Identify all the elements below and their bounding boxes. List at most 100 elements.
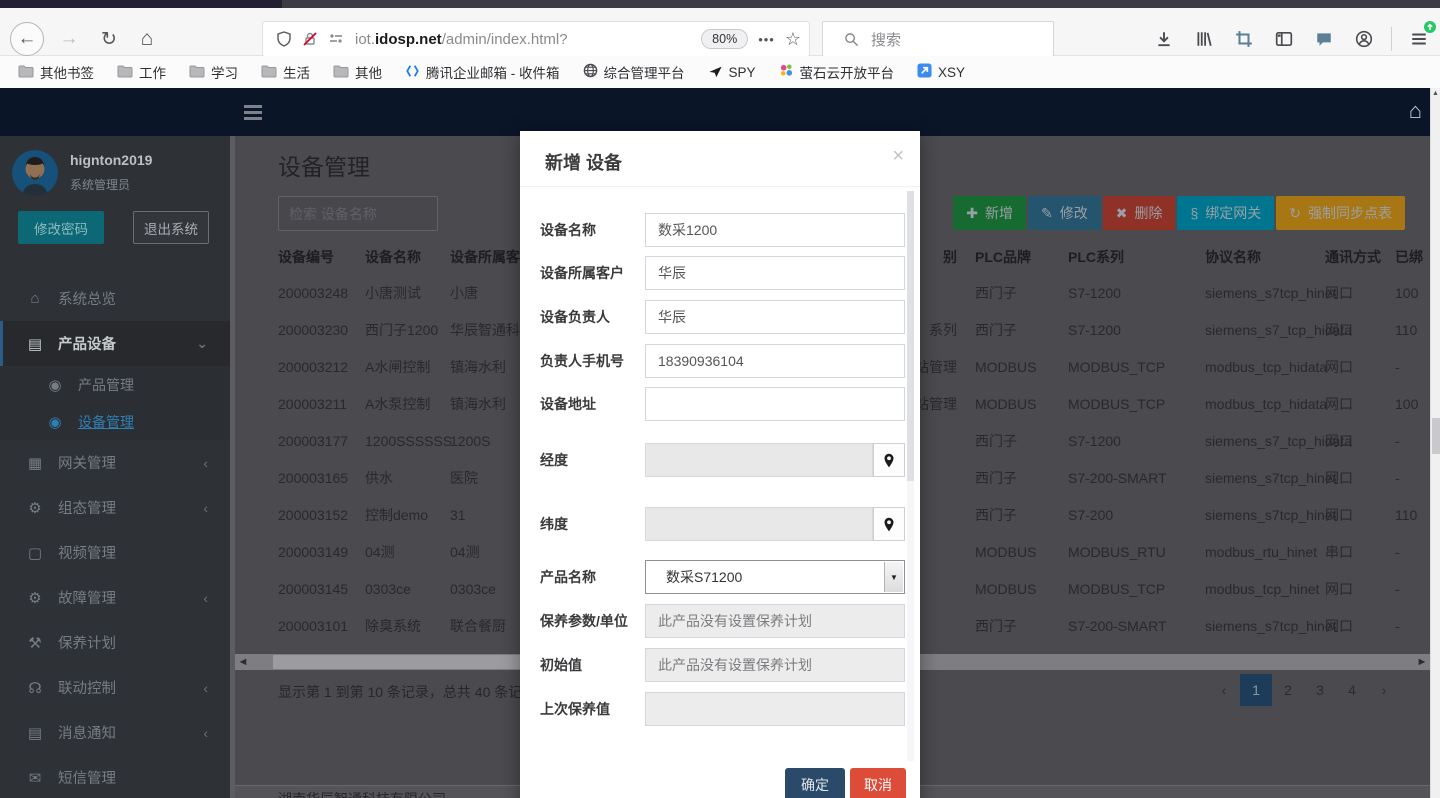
page-actions-icon[interactable]: ••• [758, 32, 775, 47]
bookmark-label: SPY [729, 65, 756, 80]
sidebar-item-label: 组态管理 [58, 497, 116, 518]
强制同步点表-button[interactable]: ↻强制同步点表 [1276, 196, 1405, 230]
field-input[interactable] [645, 387, 905, 421]
column-header[interactable]: 协议名称 [1205, 247, 1261, 267]
downloads-icon[interactable] [1151, 26, 1177, 52]
zoom-badge[interactable]: 80% [701, 29, 748, 49]
url-text[interactable]: iot.idosp.net/admin/index.html? [355, 31, 701, 48]
url-bar[interactable]: iot.idosp.net/admin/index.html? 80% ••• … [262, 21, 810, 57]
field-input[interactable]: 数采1200 [645, 213, 905, 247]
bookmark-star-icon[interactable]: ☆ [785, 29, 801, 50]
active-tab[interactable] [0, 0, 282, 8]
绑定网关-button[interactable]: §绑定网关 [1177, 196, 1274, 230]
sidebar-item-保养计划[interactable]: ⚒保养计划 [0, 620, 230, 665]
sidebar-toggle-icon[interactable] [244, 102, 262, 120]
messages-icon[interactable] [1311, 26, 1337, 52]
删除-button[interactable]: ✖删除 [1103, 196, 1176, 230]
xsy-icon [917, 63, 932, 81]
sidebars-icon[interactable] [1271, 26, 1297, 52]
search-bar[interactable]: 搜索 [822, 21, 1054, 57]
device-search-input[interactable] [278, 196, 438, 231]
cell-id: 200003165 [278, 470, 348, 486]
browser-scrollbar[interactable]: ▲ [1430, 88, 1440, 798]
bookmark-item[interactable]: 腾讯企业邮箱 - 收件箱 [405, 62, 560, 82]
cell-comm: 网口 [1325, 468, 1353, 488]
修改-button[interactable]: ✎修改 [1028, 196, 1101, 230]
insecure-lock-icon[interactable] [297, 26, 323, 52]
cell-brand: 西门子 [975, 468, 1017, 488]
cell-protocol: siemens_s7tcp_hinet [1205, 285, 1337, 301]
pencil-icon: ✎ [1041, 205, 1053, 222]
sidebar-item-产品管理[interactable]: ◉产品管理 [0, 366, 230, 403]
cell-brand: MODBUS [975, 544, 1036, 560]
sidebar-item-故障管理[interactable]: ⚙故障管理‹ [0, 575, 230, 620]
page-prev[interactable]: ‹ [1208, 674, 1240, 706]
confirm-button[interactable]: 确定 [785, 768, 845, 798]
bookmark-item[interactable]: 综合管理平台 [583, 62, 685, 82]
modal-scrollbar[interactable] [907, 191, 914, 761]
column-header[interactable]: 通讯方式 [1325, 247, 1381, 267]
bookmark-item[interactable]: 其他 [333, 62, 382, 82]
library-icon[interactable] [1191, 26, 1217, 52]
sidebar-item-组态管理[interactable]: ⚙组态管理‹ [0, 485, 230, 530]
sidebar-item-设备管理[interactable]: ◉设备管理 [0, 403, 230, 440]
cell-comm: 网口 [1325, 505, 1353, 525]
monitor-icon: ▢ [26, 544, 44, 562]
sidebar-item-产品设备[interactable]: ▤产品设备⌄ [0, 321, 230, 366]
dropdown-arrow-icon[interactable]: ▼ [884, 562, 903, 592]
column-header[interactable]: 设备编号 [278, 247, 334, 267]
page-3[interactable]: 3 [1304, 674, 1336, 706]
permissions-icon[interactable] [323, 26, 349, 52]
page-next[interactable]: › [1368, 674, 1400, 706]
reload-button[interactable]: ↻ [92, 22, 126, 56]
map-pin-button[interactable] [873, 507, 905, 541]
modal-scroll-thumb[interactable] [907, 191, 914, 481]
bookmark-item[interactable]: 其他书签 [18, 62, 94, 82]
back-button[interactable]: ← [10, 22, 44, 56]
page-1[interactable]: 1 [1240, 674, 1272, 706]
bookmark-item[interactable]: XSY [917, 63, 965, 81]
field-input[interactable]: 华辰 [645, 256, 905, 290]
menu-icon[interactable] [1406, 26, 1432, 52]
column-header[interactable]: PLC品牌 [975, 247, 1031, 267]
sidebar-item-联动控制[interactable]: ☊联动控制‹ [0, 665, 230, 710]
cell-protocol: modbus_rtu_hinet [1205, 544, 1317, 560]
logout-button[interactable]: 退出系统 [133, 211, 209, 244]
bookmark-item[interactable]: 萤石云开放平台 [779, 62, 895, 82]
sidebar-item-网关管理[interactable]: ▦网关管理‹ [0, 440, 230, 485]
navbar-home-icon[interactable]: ⌂ [1409, 98, 1422, 124]
forward-button[interactable]: → [52, 22, 86, 56]
vertical-scroll-thumb[interactable] [1432, 418, 1440, 454]
sidebar-item-系统总览[interactable]: ⌂系统总览 [0, 276, 230, 321]
change-password-button[interactable]: 修改密码 [18, 211, 104, 244]
app-navbar: ⌂ [0, 88, 1440, 136]
scroll-right-arrow-icon[interactable]: ► [1414, 654, 1430, 670]
home-button[interactable]: ⌂ [130, 22, 164, 56]
account-icon[interactable] [1351, 26, 1377, 52]
sidebar-item-短信管理[interactable]: ✉短信管理 [0, 755, 230, 798]
field-input[interactable]: 华辰 [645, 300, 905, 334]
scroll-up-arrow-icon[interactable]: ▲ [1431, 90, 1440, 97]
shield-icon[interactable] [271, 26, 297, 52]
column-header[interactable]: 已绑 [1395, 247, 1429, 267]
map-pin-button[interactable] [873, 443, 905, 477]
sidebar-item-视频管理[interactable]: ▢视频管理 [0, 530, 230, 575]
scroll-left-arrow-icon[interactable]: ◄ [235, 654, 251, 670]
bookmark-item[interactable]: 工作 [117, 62, 166, 82]
column-header[interactable]: 设备名称 [365, 247, 421, 267]
cell-bound: 110 [1395, 322, 1429, 338]
cell-comm: 网口 [1325, 394, 1353, 414]
page-4[interactable]: 4 [1336, 674, 1368, 706]
column-header[interactable]: PLC系列 [1068, 247, 1124, 267]
bookmark-item[interactable]: 生活 [261, 62, 310, 82]
page-2[interactable]: 2 [1272, 674, 1304, 706]
sidebar-item-消息通知[interactable]: ▤消息通知‹ [0, 710, 230, 755]
新增-button[interactable]: ✚新增 [953, 196, 1026, 230]
cancel-button[interactable]: 取消 [850, 768, 906, 798]
field-input[interactable]: 18390936104 [645, 344, 905, 378]
modal-close-icon[interactable]: × [892, 145, 904, 168]
product-select[interactable]: 数采S71200▼ [645, 560, 905, 594]
screenshot-icon[interactable] [1231, 26, 1257, 52]
bookmark-item[interactable]: SPY [708, 64, 756, 81]
bookmark-item[interactable]: 学习 [189, 62, 238, 82]
